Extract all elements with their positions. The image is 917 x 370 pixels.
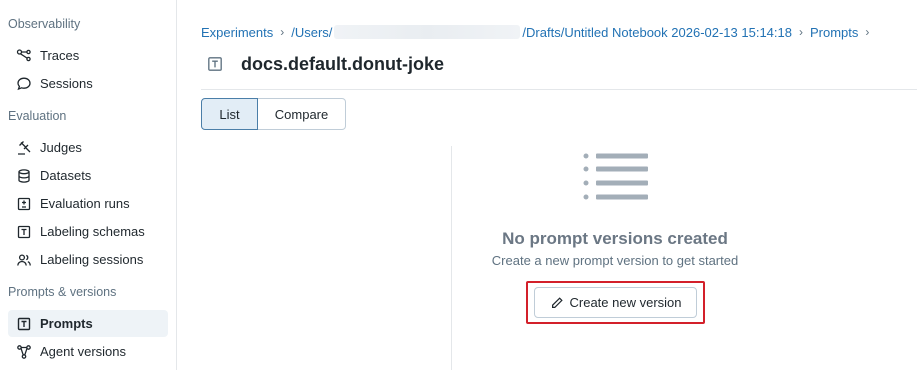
sidebar-item-evaluation-runs[interactable]: Evaluation runs <box>8 190 168 217</box>
section-title-observability: Observability <box>8 17 81 31</box>
agent-icon <box>16 344 32 360</box>
sidebar-item-judges[interactable]: Judges <box>8 134 168 161</box>
chevron-right-icon: › <box>280 25 285 39</box>
sidebar-item-labeling-schemas[interactable]: Labeling schemas <box>8 218 168 245</box>
list-icon <box>582 152 648 202</box>
section-title-prompts-versions: Prompts & versions <box>8 285 117 299</box>
pencil-icon <box>550 296 564 310</box>
empty-state-title: No prompt versions created <box>502 229 728 248</box>
sidebar-item-label: Prompts <box>40 316 93 331</box>
redacted-username <box>334 25 521 39</box>
page-header: docs.default.donut-joke <box>201 52 444 76</box>
database-icon <box>16 168 32 184</box>
sidebar-item-traces[interactable]: Traces <box>8 42 168 69</box>
sidebar-item-label: Datasets <box>40 168 92 183</box>
tab-compare[interactable]: Compare <box>258 98 346 130</box>
breadcrumb-notebook[interactable]: /Drafts/Untitled Notebook 2026-02-13 15:… <box>522 25 792 40</box>
header-divider <box>201 89 917 90</box>
sidebar-item-labeling-sessions[interactable]: Labeling sessions <box>8 246 168 273</box>
text-box-icon <box>16 316 32 332</box>
sidebar-item-label: Evaluation runs <box>40 196 130 211</box>
view-toggle: List Compare <box>201 98 346 130</box>
sidebar-item-label: Traces <box>40 48 80 63</box>
chevron-right-icon: › <box>798 25 803 39</box>
sidebar-item-sessions[interactable]: Sessions <box>8 70 168 97</box>
create-new-version-button[interactable]: Create new version <box>534 287 697 318</box>
chevron-right-icon: › <box>865 25 870 39</box>
sidebar-item-label: Sessions <box>40 76 93 91</box>
empty-state-subtitle: Create a new prompt version to get start… <box>491 253 739 268</box>
page-title: docs.default.donut-joke <box>241 53 445 74</box>
sidebar-item-label: Judges <box>40 140 82 155</box>
plus-minus-icon <box>16 196 32 212</box>
sidebar-item-datasets[interactable]: Datasets <box>8 162 168 189</box>
sidebar-item-prompts[interactable]: Prompts <box>8 310 168 337</box>
sidebar-item-label: Labeling schemas <box>40 224 145 239</box>
tab-list[interactable]: List <box>201 98 258 130</box>
sidebar-item-agent-versions[interactable]: Agent versions <box>8 338 168 365</box>
chat-bubble-icon <box>16 76 32 92</box>
sidebar-item-label: Labeling sessions <box>40 252 144 267</box>
gavel-icon <box>16 140 32 156</box>
create-new-version-label: Create new version <box>569 295 682 310</box>
breadcrumb-experiments[interactable]: Experiments <box>201 25 273 40</box>
text-box-icon <box>201 52 229 76</box>
sidebar: Observability Traces Sessions Evaluation… <box>0 0 177 370</box>
breadcrumb: Experiments › /Users/ /Drafts/Untitled N… <box>201 24 876 40</box>
breadcrumb-users[interactable]: /Users/ <box>291 25 332 40</box>
sidebar-item-label: Agent versions <box>40 344 126 359</box>
traces-icon <box>16 48 32 64</box>
breadcrumb-prompts[interactable]: Prompts <box>810 25 858 40</box>
text-box-icon <box>16 224 32 240</box>
section-title-evaluation: Evaluation <box>8 109 67 123</box>
users-icon <box>16 252 32 268</box>
